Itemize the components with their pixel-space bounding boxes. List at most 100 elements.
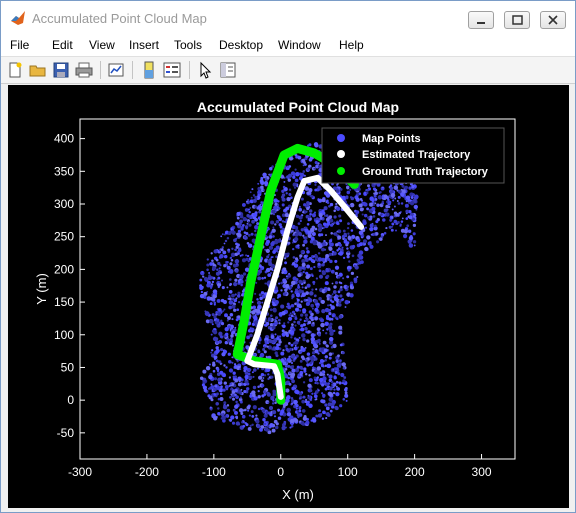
map-point	[229, 312, 234, 317]
map-point	[325, 234, 327, 237]
map-point	[290, 336, 293, 339]
title-bar[interactable]: Accumulated Point Cloud Map	[1, 1, 575, 34]
map-point	[270, 241, 275, 247]
map-point	[294, 178, 299, 183]
menu-desktop[interactable]: Desktop	[219, 38, 263, 52]
minimize-button[interactable]	[468, 11, 494, 29]
map-point	[263, 350, 267, 354]
map-point	[219, 281, 221, 284]
map-point	[294, 232, 299, 237]
map-point	[311, 288, 314, 291]
link-plot-icon[interactable]	[106, 60, 126, 80]
menu-window[interactable]: Window	[278, 38, 321, 52]
map-point	[224, 332, 229, 337]
map-point	[335, 367, 339, 371]
map-point	[230, 259, 234, 262]
map-point	[326, 222, 331, 226]
map-point	[353, 277, 358, 282]
map-point	[286, 196, 291, 202]
save-icon[interactable]	[51, 60, 71, 80]
menu-help[interactable]: Help	[339, 38, 364, 52]
map-point	[262, 172, 267, 178]
map-point	[305, 330, 308, 334]
map-point	[259, 179, 264, 184]
map-point	[324, 256, 328, 260]
colorbar-icon[interactable]	[139, 60, 159, 80]
map-point	[292, 172, 296, 176]
map-point	[251, 371, 254, 374]
map-point	[262, 377, 265, 379]
maximize-button[interactable]	[504, 11, 530, 29]
map-point	[284, 288, 288, 292]
scatter-plot[interactable]: Accumulated Point Cloud Map -300 -200 -100…	[8, 85, 569, 508]
map-point	[331, 250, 335, 253]
map-point	[313, 294, 317, 298]
menu-file[interactable]: File	[10, 38, 29, 52]
menu-insert[interactable]: Insert	[129, 38, 159, 52]
map-point	[218, 360, 222, 364]
map-point	[199, 285, 204, 291]
map-point	[234, 404, 239, 409]
map-point	[367, 184, 370, 188]
map-point	[331, 300, 335, 304]
map-point	[231, 421, 236, 425]
map-point	[281, 329, 285, 333]
property-inspector-icon[interactable]	[218, 60, 238, 80]
menu-tools[interactable]: Tools	[174, 38, 202, 52]
map-point	[274, 401, 277, 405]
map-point	[334, 265, 340, 270]
map-point	[286, 407, 291, 413]
map-point	[256, 300, 262, 306]
print-icon[interactable]	[74, 60, 94, 80]
open-file-icon[interactable]	[28, 60, 48, 80]
map-point	[320, 399, 324, 403]
map-point	[273, 415, 277, 418]
map-point	[412, 214, 416, 218]
map-point	[257, 367, 259, 370]
map-point	[338, 359, 342, 363]
map-point	[226, 261, 229, 264]
map-point	[282, 278, 287, 283]
map-point	[330, 232, 333, 235]
map-point	[312, 283, 315, 286]
legend[interactable]: Map Points Estimated Trajectory Ground T…	[321, 127, 505, 184]
map-point	[400, 228, 405, 233]
map-point	[271, 269, 274, 272]
map-point	[374, 224, 377, 228]
map-point	[290, 303, 295, 308]
pointer-icon[interactable]	[195, 60, 215, 80]
map-point	[263, 346, 266, 349]
map-point	[325, 344, 329, 348]
map-point	[332, 232, 336, 235]
menu-edit[interactable]: Edit	[52, 38, 73, 52]
map-point	[262, 189, 265, 192]
map-point	[316, 388, 319, 391]
map-point	[231, 247, 234, 250]
map-point	[346, 275, 350, 279]
map-point	[396, 200, 399, 202]
map-point	[298, 207, 303, 212]
map-point	[403, 234, 408, 239]
map-point	[340, 285, 343, 289]
map-point	[239, 400, 243, 404]
map-point	[210, 383, 213, 386]
map-point	[302, 381, 306, 384]
map-point	[334, 243, 339, 247]
map-point	[252, 405, 257, 410]
map-point	[228, 360, 232, 364]
map-point	[313, 167, 316, 170]
map-point	[318, 342, 321, 345]
map-point	[304, 286, 308, 290]
map-point	[226, 339, 231, 343]
map-point	[243, 235, 247, 239]
legend-icon[interactable]	[162, 60, 182, 80]
map-point	[213, 377, 218, 381]
map-point	[208, 374, 213, 380]
close-button[interactable]	[540, 11, 566, 29]
map-point	[226, 408, 231, 413]
map-point	[242, 272, 247, 276]
new-figure-icon[interactable]	[5, 60, 25, 80]
map-point	[251, 188, 254, 191]
map-point	[293, 347, 296, 349]
menu-view[interactable]: View	[89, 38, 115, 52]
